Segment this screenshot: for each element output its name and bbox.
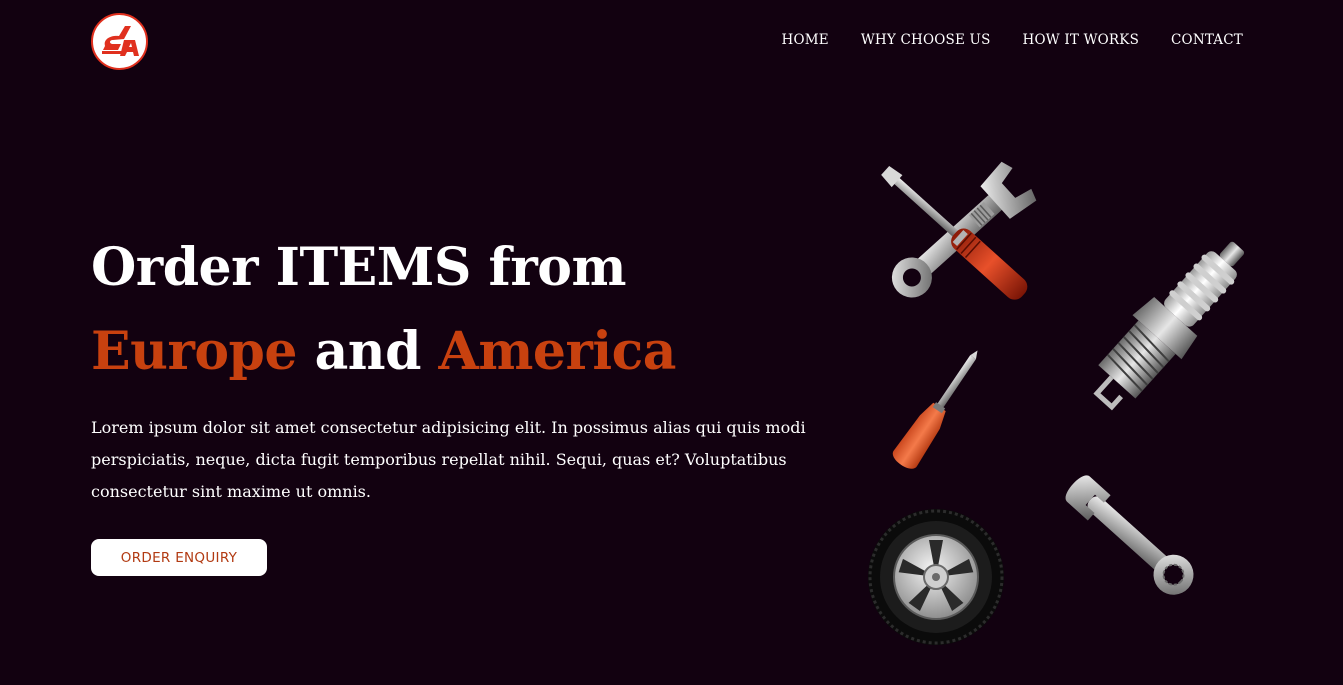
hero-title-and: and [314, 321, 422, 382]
nav-contact[interactable]: CONTACT [1171, 32, 1243, 48]
tire-icon [868, 509, 1004, 645]
hero-title: Order ITEMS from Europe and America [91, 226, 677, 394]
screwdriver-icon [892, 350, 978, 469]
hero-description: Lorem ipsum dolor sit amet consectetur a… [91, 418, 806, 501]
nav-why-choose-us[interactable]: WHY CHOOSE US [861, 32, 991, 48]
order-enquiry-button[interactable]: ORDER ENQUIRY [91, 539, 267, 576]
hero-title-line1: Order ITEMS from [91, 237, 626, 298]
hero-title-america: America [438, 321, 677, 382]
nav-home[interactable]: HOME [782, 32, 829, 48]
logo-text: SA [91, 13, 93, 14]
main-nav: HOME WHY CHOOSE US HOW IT WORKS CONTACT [782, 32, 1244, 48]
page: SA HOME WHY CHOOSE US HOW IT WORKS CONTA… [0, 0, 1343, 685]
crossed-tools-icon [881, 161, 1037, 300]
wrench-icon [1065, 475, 1194, 595]
nav-how-it-works[interactable]: HOW IT WORKS [1023, 32, 1139, 48]
spark-plug-icon [1093, 241, 1245, 411]
logo-icon[interactable]: SA [91, 13, 148, 70]
hero-title-europe: Europe [91, 321, 297, 382]
